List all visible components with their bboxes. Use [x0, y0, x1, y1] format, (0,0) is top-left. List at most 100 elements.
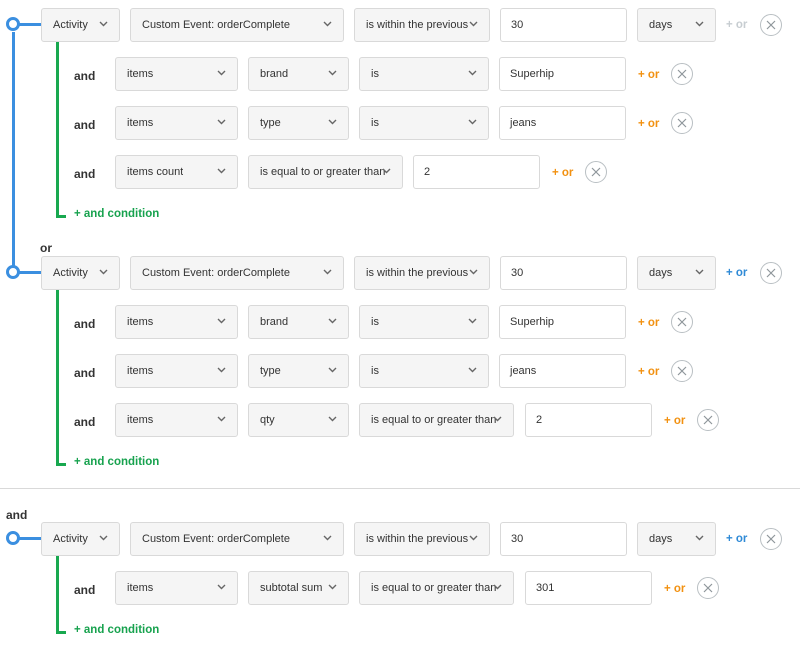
field-dropdown[interactable]: items count: [115, 155, 238, 189]
chevron-down-icon: [469, 535, 478, 541]
close-icon: [677, 317, 687, 327]
operator-dropdown[interactable]: is: [359, 305, 489, 339]
field-dropdown-value: items: [127, 117, 154, 129]
chevron-down-icon: [217, 70, 226, 76]
add-and-condition-link[interactable]: + and condition: [74, 456, 159, 468]
chevron-down-icon: [382, 168, 391, 174]
chevron-down-icon: [328, 70, 337, 76]
operator-dropdown[interactable]: is equal to or greater than: [359, 403, 514, 437]
time-value-input[interactable]: 30: [500, 8, 627, 42]
chevron-down-icon: [328, 318, 337, 324]
and-label: and: [74, 317, 96, 331]
segment-builder: Activity Custom Event: orderComplete is …: [0, 0, 800, 646]
time-value-input[interactable]: 30: [500, 256, 627, 290]
remove-group-button[interactable]: [760, 14, 782, 36]
field-dropdown-value: items: [127, 582, 154, 594]
event-dropdown-value: Custom Event: orderComplete: [142, 533, 290, 545]
chevron-down-icon: [323, 21, 332, 27]
add-or-link[interactable]: + or: [726, 19, 747, 31]
condition-value-text: jeans: [510, 117, 537, 129]
remove-condition-button[interactable]: [697, 409, 719, 431]
field-dropdown[interactable]: items: [115, 571, 238, 605]
operator-dropdown-value: is: [371, 117, 379, 129]
property-dropdown[interactable]: type: [248, 106, 349, 140]
add-or-condition-link[interactable]: + or: [664, 415, 685, 427]
event-dropdown[interactable]: Custom Event: orderComplete: [130, 8, 344, 42]
time-unit-dropdown[interactable]: days: [637, 522, 716, 556]
close-icon: [766, 20, 776, 30]
connector-node-icon: [6, 17, 20, 31]
property-dropdown[interactable]: type: [248, 354, 349, 388]
chevron-down-icon: [469, 269, 478, 275]
chevron-down-icon: [468, 367, 477, 373]
condition-value-input[interactable]: Superhip: [499, 57, 626, 91]
operator-dropdown[interactable]: is equal to or greater than: [248, 155, 403, 189]
remove-group-button[interactable]: [760, 528, 782, 550]
add-and-condition-link[interactable]: + and condition: [74, 624, 159, 636]
remove-condition-button[interactable]: [585, 161, 607, 183]
condition-value-input[interactable]: jeans: [499, 106, 626, 140]
field-dropdown[interactable]: items: [115, 57, 238, 91]
condition-value-text: jeans: [510, 365, 537, 377]
activity-dropdown-value: Activity: [53, 533, 88, 545]
add-or-link[interactable]: + or: [726, 533, 747, 545]
condition-value-input[interactable]: 2: [525, 403, 652, 437]
field-dropdown[interactable]: items: [115, 305, 238, 339]
add-or-condition-link[interactable]: + or: [638, 69, 659, 81]
add-or-condition-link[interactable]: + or: [552, 167, 573, 179]
remove-condition-button[interactable]: [671, 360, 693, 382]
chevron-down-icon: [695, 535, 704, 541]
time-operator-dropdown[interactable]: is within the previous: [354, 8, 490, 42]
remove-condition-button[interactable]: [671, 311, 693, 333]
time-unit-dropdown[interactable]: days: [637, 8, 716, 42]
condition-value-input[interactable]: 2: [413, 155, 540, 189]
event-dropdown-value: Custom Event: orderComplete: [142, 19, 290, 31]
condition-value-input[interactable]: Superhip: [499, 305, 626, 339]
property-dropdown[interactable]: brand: [248, 305, 349, 339]
property-dropdown[interactable]: subtotal sum: [248, 571, 349, 605]
time-unit-dropdown[interactable]: days: [637, 256, 716, 290]
field-dropdown[interactable]: items: [115, 354, 238, 388]
remove-group-button[interactable]: [760, 262, 782, 284]
operator-dropdown[interactable]: is: [359, 106, 489, 140]
add-or-link[interactable]: + or: [726, 267, 747, 279]
property-dropdown-value: subtotal sum: [260, 582, 323, 594]
chevron-down-icon: [217, 416, 226, 422]
add-or-condition-link[interactable]: + or: [638, 317, 659, 329]
chevron-down-icon: [468, 318, 477, 324]
field-dropdown-value: items count: [127, 166, 184, 178]
add-or-condition-link[interactable]: + or: [638, 118, 659, 130]
activity-dropdown[interactable]: Activity: [41, 522, 120, 556]
field-dropdown[interactable]: items: [115, 403, 238, 437]
remove-condition-button[interactable]: [697, 577, 719, 599]
time-operator-value: is within the previous: [366, 19, 469, 31]
chevron-down-icon: [217, 119, 226, 125]
property-dropdown[interactable]: qty: [248, 403, 349, 437]
add-or-condition-link[interactable]: + or: [638, 366, 659, 378]
time-value-input[interactable]: 30: [500, 522, 627, 556]
node-link: [19, 537, 41, 540]
remove-condition-button[interactable]: [671, 63, 693, 85]
condition-connector-tail: [56, 463, 66, 466]
add-and-condition-link[interactable]: + and condition: [74, 208, 159, 220]
field-dropdown[interactable]: items: [115, 106, 238, 140]
condition-value-text: 2: [424, 166, 431, 178]
activity-dropdown[interactable]: Activity: [41, 8, 120, 42]
operator-dropdown[interactable]: is: [359, 354, 489, 388]
condition-value-input[interactable]: jeans: [499, 354, 626, 388]
event-dropdown[interactable]: Custom Event: orderComplete: [130, 522, 344, 556]
property-dropdown[interactable]: brand: [248, 57, 349, 91]
and-label: and: [74, 69, 96, 83]
add-or-condition-link[interactable]: + or: [664, 583, 685, 595]
close-icon: [677, 118, 687, 128]
and-label: and: [74, 118, 96, 132]
activity-dropdown[interactable]: Activity: [41, 256, 120, 290]
time-operator-dropdown[interactable]: is within the previous: [354, 522, 490, 556]
operator-dropdown[interactable]: is: [359, 57, 489, 91]
event-dropdown[interactable]: Custom Event: orderComplete: [130, 256, 344, 290]
condition-value-input[interactable]: 301: [525, 571, 652, 605]
operator-dropdown[interactable]: is equal to or greater than: [359, 571, 514, 605]
remove-condition-button[interactable]: [671, 112, 693, 134]
property-dropdown-value: qty: [260, 414, 275, 426]
time-operator-dropdown[interactable]: is within the previous: [354, 256, 490, 290]
